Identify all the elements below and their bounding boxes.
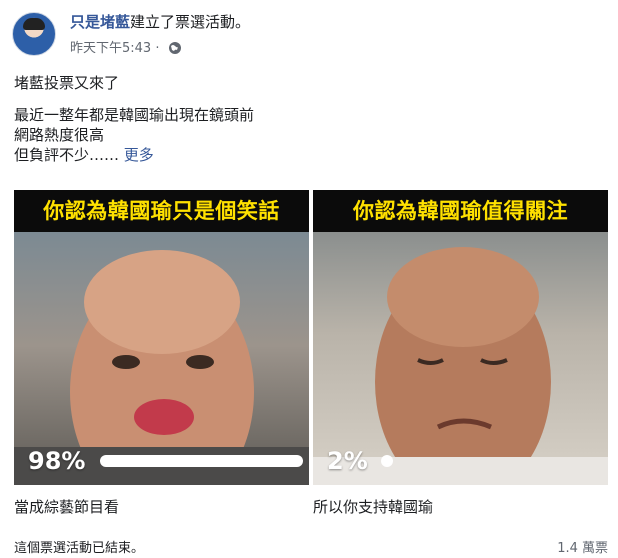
option-label: 所以你支持韓國瑜 [313, 498, 434, 516]
poll-option-2[interactable]: 你認為韓國瑜值得關注 2% [313, 190, 608, 485]
poll-status: 這個票選活動已結束。 [14, 541, 145, 556]
post-action: 建立了票選活動。 [130, 13, 251, 31]
author-name[interactable]: 只是堵藍 [70, 13, 130, 31]
post-text: 堵藍投票又來了 最近一整年都是韓國瑜出現在鏡頭前 網路熱度很高 但負評不少…… … [14, 73, 604, 165]
avatar[interactable] [12, 12, 56, 56]
poll-footer: 這個票選活動已結束。 1.4 萬票 [14, 537, 608, 556]
poll-option-1[interactable]: 你認為韓國瑜只是個笑話 98% [14, 190, 309, 485]
post-header: 只是堵藍建立了票選活動。 昨天下午5:43 · [12, 10, 602, 58]
percent-label: 2% [327, 447, 368, 475]
result-bar [381, 455, 393, 467]
author-line: 只是堵藍建立了票選活動。 [70, 12, 250, 32]
see-more-link[interactable]: 更多 [124, 146, 154, 164]
post-timestamp[interactable]: 昨天下午5:43 [70, 41, 151, 56]
result-bar [100, 455, 303, 467]
percent-label: 98% [28, 447, 86, 475]
globe-icon[interactable] [168, 41, 182, 55]
text-line: 堵藍投票又來了 [14, 74, 120, 92]
post-meta: 昨天下午5:43 · [70, 37, 182, 56]
text-line-last: 但負評不少…… 更多 [14, 146, 154, 164]
text-line: 網路熱度很高 [14, 126, 105, 144]
option-caption: 你認為韓國瑜值得關注 [313, 190, 608, 232]
vote-count[interactable]: 1.4 萬票 [557, 537, 608, 556]
option-label: 當成綜藝節目看 [14, 498, 120, 516]
text-line: 最近一整年都是韓國瑜出現在鏡頭前 [14, 106, 255, 124]
option-caption: 你認為韓國瑜只是個笑話 [14, 190, 309, 232]
